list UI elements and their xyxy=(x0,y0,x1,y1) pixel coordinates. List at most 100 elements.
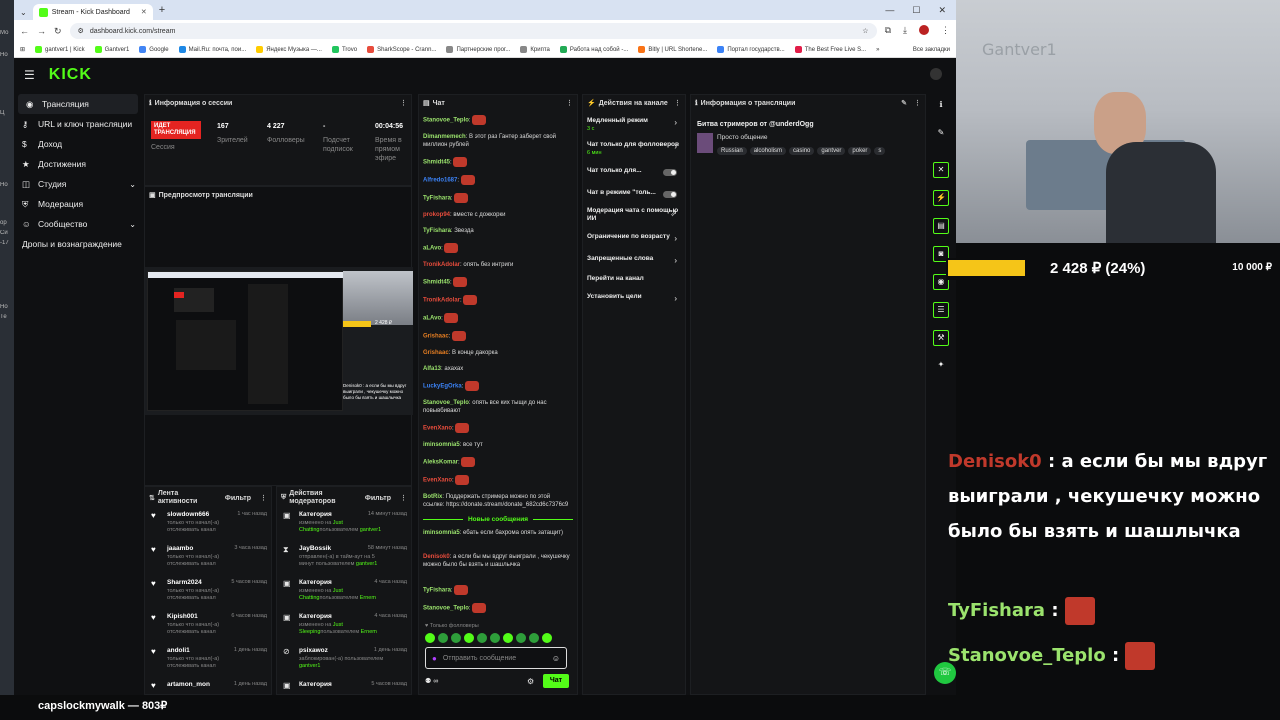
chat-username[interactable]: TyFishara xyxy=(423,228,451,234)
chat-message[interactable]: iminsomnia5: все тут xyxy=(423,441,571,449)
desktop-icon-label[interactable]: Но xyxy=(0,52,14,58)
chat-username[interactable]: Dimanmemech xyxy=(423,134,466,140)
emote-icon[interactable] xyxy=(477,633,487,643)
chat-username[interactable]: AleksKomar xyxy=(423,460,458,466)
chat-message[interactable]: Shmidt45: xyxy=(423,157,571,167)
desktop-icon-label[interactable]: -17 xyxy=(0,240,14,246)
chat-username[interactable]: prokop94 xyxy=(423,212,450,218)
chat-username[interactable]: TronikAdolar xyxy=(423,298,460,304)
mic-icon[interactable]: ● xyxy=(432,654,437,663)
chat-message[interactable]: EvenXano: xyxy=(423,475,571,485)
tab-list-icon[interactable]: ⌄ xyxy=(20,8,27,17)
chevron-down-icon[interactable]: ⌄ xyxy=(129,220,136,229)
bookmark-star-icon[interactable]: ☆ xyxy=(862,27,868,35)
activity-username[interactable]: Kipish001 xyxy=(167,613,198,620)
chat-username[interactable]: LuckyEgOrka xyxy=(423,384,462,390)
chat-username[interactable]: Denisok0 xyxy=(423,554,450,560)
more-options-icon[interactable]: ⋮ xyxy=(260,494,267,502)
chat-username[interactable]: TyFishara xyxy=(423,196,451,202)
activity-username[interactable]: artamon_mon xyxy=(167,681,210,688)
emoji-icon[interactable]: ☺ xyxy=(552,654,560,663)
user-avatar[interactable] xyxy=(930,68,942,80)
bookmark-item[interactable]: SharkScope - Crann... xyxy=(367,46,436,53)
chat-message[interactable]: TyFishara: Звезда xyxy=(423,227,571,235)
chat-username[interactable]: Stanovoe_Teplo xyxy=(423,118,469,124)
chat-message[interactable]: TyFishara: xyxy=(423,585,571,595)
send-chat-button[interactable]: Чат xyxy=(543,674,569,688)
emote-icon[interactable] xyxy=(451,633,461,643)
sidebar-item[interactable]: ⚷ URL и ключ трансляции xyxy=(14,114,142,134)
chat-username[interactable]: Grishaac xyxy=(423,350,449,356)
bookmark-item[interactable]: Gantver1 xyxy=(94,46,129,53)
chat-username[interactable]: aLAvo xyxy=(423,316,441,322)
sidebar-item[interactable]: ★ Достижения xyxy=(14,154,142,174)
cross-icon[interactable]: ✕ xyxy=(933,162,949,178)
chat-message[interactable]: TyFishara: xyxy=(423,193,571,203)
user-icon[interactable]: ⚉ xyxy=(425,678,431,685)
stream-tag[interactable]: Russian xyxy=(717,147,747,155)
emote-icon[interactable] xyxy=(438,633,448,643)
emote-icon[interactable] xyxy=(425,633,435,643)
chat-message[interactable]: BotRix: Поддержать стримера можно по это… xyxy=(423,493,571,509)
more-options-icon[interactable]: ⋮ xyxy=(566,99,573,107)
chat-username[interactable]: Stanovoe_Teplo xyxy=(423,606,469,612)
filter-button[interactable]: Фильтр xyxy=(365,495,391,502)
chat-message[interactable]: EvenXano: xyxy=(423,423,571,433)
filter-button[interactable]: Фильтр xyxy=(225,495,251,502)
gear-icon[interactable]: ⚙ xyxy=(527,677,534,686)
desktop-icon-label[interactable]: Ц xyxy=(0,110,14,116)
chat-username[interactable]: BotRix xyxy=(423,494,442,500)
chat-message[interactable]: aLAvo: xyxy=(423,243,571,253)
desktop-icon-label[interactable]: Те xyxy=(0,314,14,320)
emote-icon[interactable] xyxy=(516,633,526,643)
new-tab-button[interactable]: + xyxy=(159,4,165,16)
activity-username[interactable]: Sharm2024 xyxy=(167,579,202,586)
desktop-icon-label[interactable]: Но xyxy=(0,304,14,310)
emote-icon[interactable] xyxy=(464,633,474,643)
sidebar-item[interactable]: ◉ Трансляция xyxy=(18,94,138,114)
chat-message[interactable]: iminsomnia5: ебать если бахрома опять за… xyxy=(423,529,571,537)
chat-message[interactable]: Stanovoe_Teplo: xyxy=(423,115,571,125)
list-icon[interactable]: ☰ xyxy=(933,302,949,318)
desktop-icon-label[interactable]: Мо xyxy=(0,30,14,36)
profile-avatar[interactable] xyxy=(919,25,929,37)
forward-icon[interactable]: → xyxy=(37,26,46,36)
chevron-right-icon[interactable]: › xyxy=(674,142,677,151)
chat-message[interactable]: AleksKomar: xyxy=(423,457,571,467)
toggle-switch[interactable] xyxy=(663,169,677,176)
chevron-right-icon[interactable]: › xyxy=(674,294,677,303)
more-options-icon[interactable]: ⋮ xyxy=(400,99,407,107)
desktop-icon-label[interactable]: ор xyxy=(0,220,14,226)
wrench-icon[interactable]: ⚒ xyxy=(933,330,949,346)
close-window-icon[interactable]: ✕ xyxy=(938,5,946,16)
chat-message[interactable]: Stanovoe_Teplo: опять все ких тыщи до на… xyxy=(423,399,571,415)
sidebar-item[interactable]: $ Доход xyxy=(14,134,142,154)
chat-username[interactable]: Grishaac xyxy=(423,334,449,340)
chat-message[interactable]: TronikAdolar: опять без интриги xyxy=(423,261,571,269)
apps-icon[interactable]: ⊞ xyxy=(20,46,25,53)
stream-preview-video[interactable]: 2 428 ₽ Denisok0 : а если бы мы вдруг вы… xyxy=(145,267,413,415)
url-field[interactable]: ⚙ dashboard.kick.com/stream ☆ xyxy=(69,23,877,39)
more-bookmarks-icon[interactable]: » xyxy=(876,47,879,53)
emote-icon[interactable] xyxy=(490,633,500,643)
chat-message[interactable]: Stanovoe_Teplo: xyxy=(423,603,571,613)
tab-kick-dashboard[interactable]: Stream - Kick Dashboard ✕ xyxy=(32,4,153,20)
chat-username[interactable]: TronikAdolar xyxy=(423,262,460,268)
more-options-icon[interactable]: ⋮ xyxy=(400,494,407,502)
chat-username[interactable]: TyFishara xyxy=(423,588,451,594)
mod-action-moderator[interactable]: gantver1 xyxy=(360,527,381,533)
chat-username[interactable]: Alfredo1687 xyxy=(423,178,457,184)
toggle-switch[interactable] xyxy=(663,191,677,198)
chat-message[interactable]: aLAvo: xyxy=(423,313,571,323)
all-bookmarks-link[interactable]: Все закладки xyxy=(913,47,950,53)
more-options-icon[interactable]: ⋮ xyxy=(674,99,681,107)
chat-username[interactable]: Shmidt45 xyxy=(423,160,450,166)
activity-username[interactable]: jaaambo xyxy=(167,545,193,552)
download-icon[interactable]: ⤓ xyxy=(903,25,907,37)
desktop-icon-label[interactable]: Си xyxy=(0,230,14,236)
channel-action-item[interactable]: Модерация чата с помощью ИИ xyxy=(587,207,679,223)
emote-icon[interactable] xyxy=(529,633,539,643)
chat-message[interactable]: Alfa13: ахахах xyxy=(423,365,571,373)
chat-username[interactable]: EvenXano xyxy=(423,478,452,484)
bookmark-item[interactable]: Яндекс Музыка —... xyxy=(256,46,322,53)
